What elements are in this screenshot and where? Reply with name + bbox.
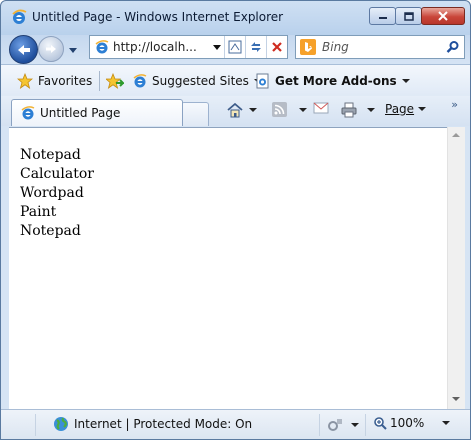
- back-button[interactable]: [9, 35, 38, 64]
- refresh-icon: [251, 42, 261, 52]
- printer-icon: [341, 102, 357, 118]
- tab-row: Untitled Page Page »: [1, 96, 470, 126]
- close-icon: [438, 11, 448, 21]
- browser-window: Untitled Page - Windows Internet Explore…: [0, 0, 471, 440]
- stop-icon: [272, 42, 282, 52]
- favorites-bar: Favorites Suggested Sites Get More Add-o…: [1, 64, 470, 97]
- addons-label: Get More Add-ons: [275, 74, 397, 88]
- navigation-bar: http://localh... Bing: [1, 31, 470, 64]
- addons-gear-icon: [328, 419, 342, 431]
- status-bar: Internet | Protected Mode: On 100%: [1, 409, 470, 439]
- status-divider: [319, 414, 320, 436]
- chevron-down-icon: [418, 107, 427, 111]
- add-favorite-icon: [106, 73, 124, 89]
- chevron-down-icon: [213, 44, 221, 50]
- search-button[interactable]: [442, 40, 464, 54]
- ie-logo-icon: [12, 9, 27, 24]
- status-divider: [365, 414, 366, 436]
- addons-page-icon: [256, 73, 269, 89]
- more-commands-chevron-icon[interactable]: »: [451, 98, 458, 111]
- list-item: Paint: [20, 204, 57, 220]
- forward-arrow-icon: [46, 45, 56, 53]
- chevron-down-icon: [69, 48, 77, 53]
- maximize-icon: [403, 11, 414, 21]
- read-mail-button[interactable]: [313, 102, 329, 114]
- chevron-down-icon: [299, 107, 307, 112]
- chevron-down-icon: [249, 108, 257, 112]
- page-icon: [95, 40, 109, 54]
- security-zone[interactable]: Internet | Protected Mode: On: [53, 416, 252, 432]
- scroll-down-arrow-icon[interactable]: [452, 397, 460, 401]
- page-menu-button[interactable]: Page: [385, 102, 427, 116]
- tab-label: Untitled Page: [40, 106, 121, 120]
- manage-addons-button[interactable]: [327, 418, 359, 432]
- separator: [99, 71, 100, 91]
- scroll-up-arrow-icon[interactable]: [452, 133, 460, 137]
- search-input[interactable]: Bing: [322, 40, 442, 54]
- content-list: Notepad Calculator Wordpad Paint Notepad: [20, 146, 94, 241]
- suggested-sites-label: Suggested Sites: [152, 74, 249, 88]
- zone-text: Internet | Protected Mode: On: [74, 417, 253, 431]
- list-item: Calculator: [20, 166, 94, 182]
- globe-icon: [54, 417, 68, 431]
- vertical-scrollbar[interactable]: [447, 127, 465, 409]
- compatibility-view-button[interactable]: [224, 36, 245, 58]
- zoom-icon: [374, 417, 387, 430]
- list-item: Wordpad: [20, 185, 84, 201]
- feeds-button[interactable]: [272, 102, 307, 117]
- rss-feed-icon: [272, 102, 287, 117]
- favorites-button[interactable]: Favorites: [17, 73, 92, 89]
- page-content: Notepad Calculator Wordpad Paint Notepad: [9, 127, 447, 410]
- stop-button[interactable]: [266, 36, 287, 58]
- minimize-icon: [378, 17, 387, 19]
- tab-untitled-page[interactable]: Untitled Page: [11, 99, 183, 126]
- url-text[interactable]: http://localh...: [113, 40, 210, 54]
- get-more-addons-button[interactable]: Get More Add-ons: [255, 73, 410, 89]
- chevron-down-icon: [442, 421, 451, 425]
- refresh-button[interactable]: [245, 36, 266, 58]
- forward-button[interactable]: [38, 36, 64, 62]
- compatibility-view-icon: [228, 40, 242, 54]
- window-title: Untitled Page - Windows Internet Explore…: [32, 10, 284, 24]
- caption-buttons: [369, 7, 465, 27]
- star-icon: [17, 73, 33, 89]
- title-bar: Untitled Page - Windows Internet Explore…: [1, 1, 470, 31]
- search-icon: [446, 41, 459, 53]
- back-arrow-icon: [17, 44, 30, 55]
- add-to-favorites-bar-button[interactable]: [106, 73, 124, 89]
- home-icon: [227, 102, 243, 118]
- ie-page-icon: [133, 74, 147, 88]
- zoom-text: 100%: [390, 416, 425, 430]
- bing-icon: [300, 39, 316, 55]
- close-button[interactable]: [421, 7, 465, 25]
- maximize-button[interactable]: [395, 7, 422, 25]
- list-item: Notepad: [20, 147, 81, 163]
- chevron-down-icon: [351, 423, 359, 427]
- address-dropdown-button[interactable]: [210, 44, 224, 50]
- search-box[interactable]: Bing: [295, 35, 465, 59]
- page-menu-label: Page: [385, 102, 415, 116]
- minimize-button[interactable]: [369, 7, 396, 25]
- recent-pages-dropdown[interactable]: [68, 43, 78, 57]
- ie-page-icon: [21, 106, 35, 120]
- address-bar[interactable]: http://localh...: [89, 35, 288, 59]
- new-tab-button[interactable]: [181, 102, 209, 126]
- favorites-label: Favorites: [38, 74, 93, 88]
- chevron-down-icon: [367, 108, 375, 112]
- print-button[interactable]: [341, 102, 375, 118]
- zoom-level-button[interactable]: 100%: [373, 416, 451, 430]
- suggested-sites-button[interactable]: Suggested Sites: [132, 73, 262, 89]
- home-button[interactable]: [227, 102, 257, 118]
- mail-icon: [313, 102, 329, 114]
- chevron-down-icon: [401, 79, 410, 83]
- list-item: Notepad: [20, 223, 81, 239]
- status-divider: [35, 414, 36, 436]
